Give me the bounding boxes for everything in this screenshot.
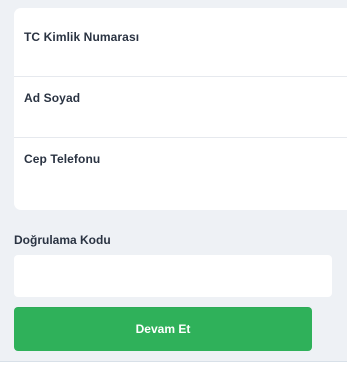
ad-soyad-row: Ad Soyad <box>14 76 347 137</box>
form-panel: TC Kimlik Numarası Ad Soyad Cep Telefonu… <box>0 0 347 369</box>
cep-telefonu-input[interactable] <box>24 169 344 189</box>
verification-code-input[interactable] <box>14 255 332 297</box>
continue-button[interactable]: Devam Et <box>14 307 312 351</box>
tc-kimlik-input[interactable] <box>24 47 344 67</box>
tc-kimlik-row: TC Kimlik Numarası <box>14 16 347 77</box>
personal-info-card: TC Kimlik Numarası Ad Soyad Cep Telefonu <box>14 8 347 210</box>
tc-kimlik-label: TC Kimlik Numarası <box>24 30 140 44</box>
ad-soyad-input[interactable] <box>24 108 344 128</box>
cep-telefonu-label: Cep Telefonu <box>24 152 101 166</box>
verification-code-label: Doğrulama Kodu <box>14 233 111 247</box>
ad-soyad-label: Ad Soyad <box>24 91 81 105</box>
cep-telefonu-row: Cep Telefonu <box>14 137 347 198</box>
bottom-strip <box>0 362 347 369</box>
